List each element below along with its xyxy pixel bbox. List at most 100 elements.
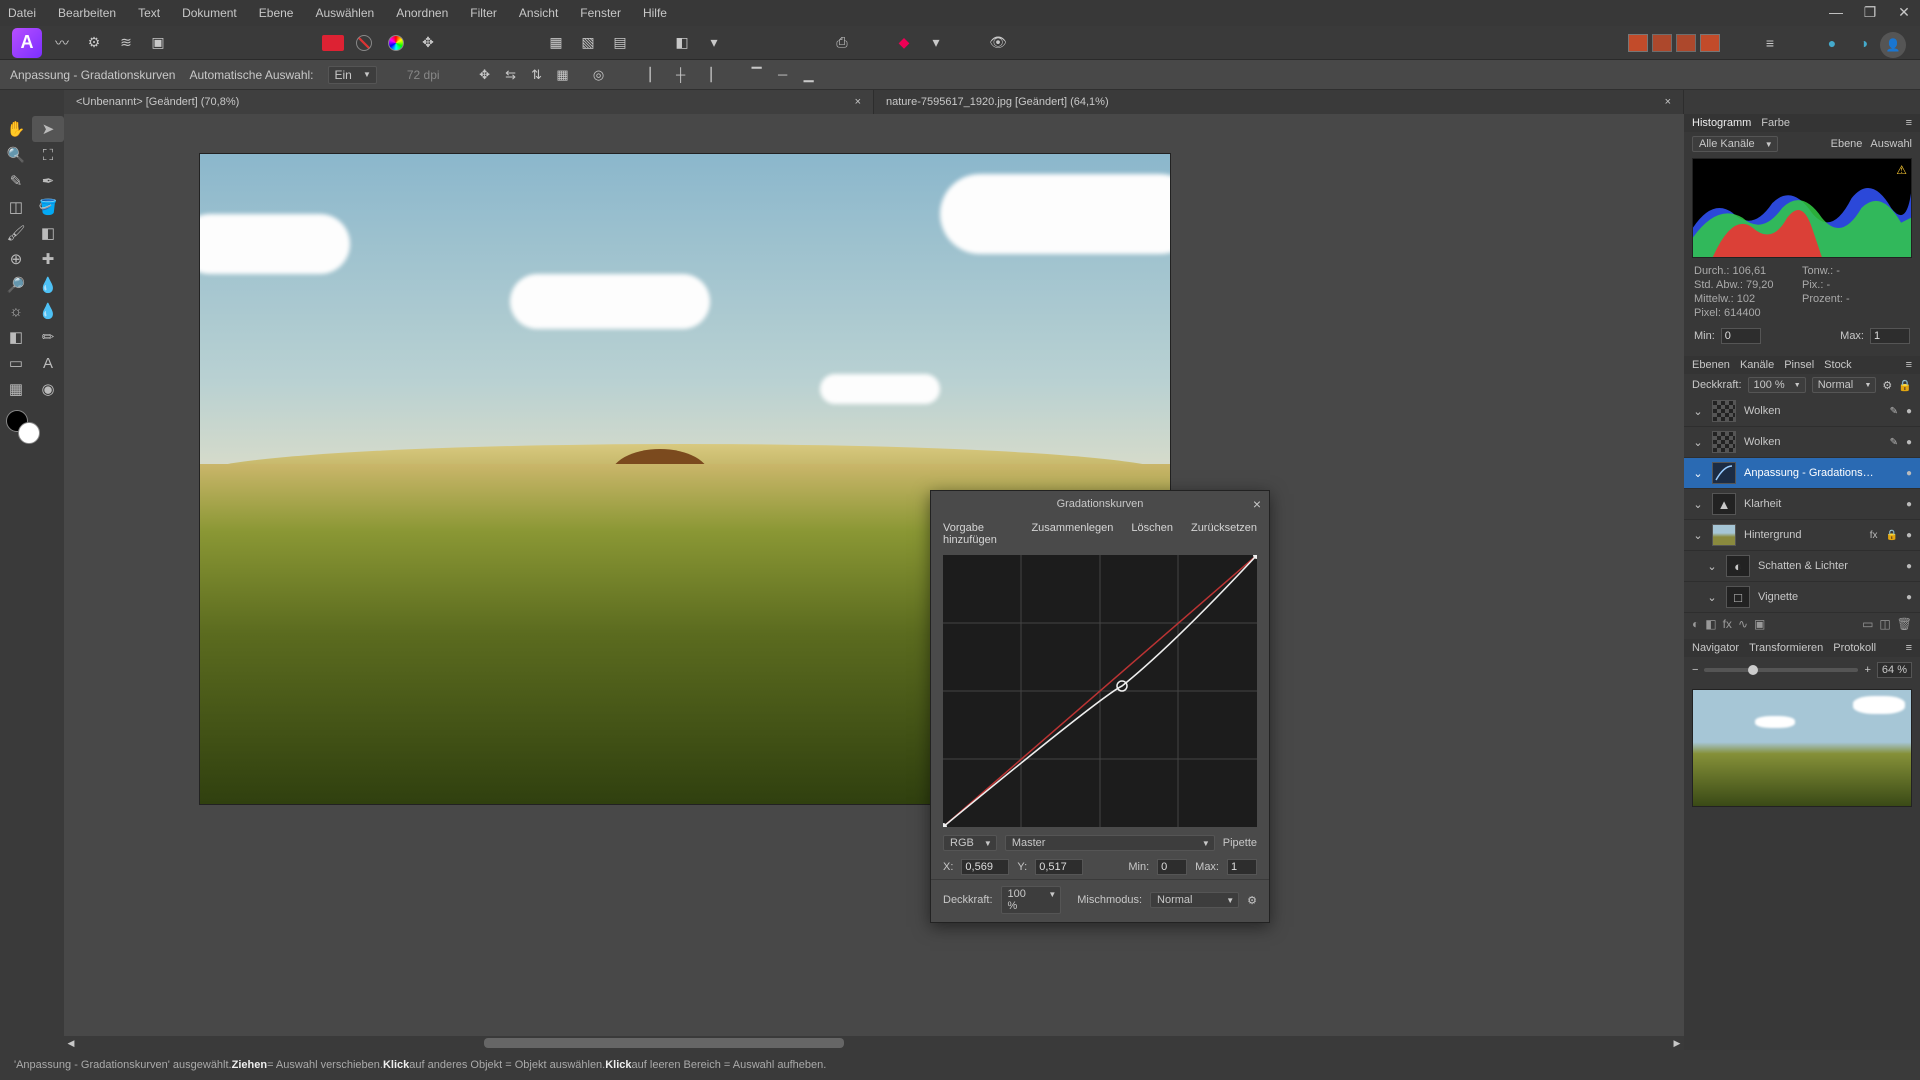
histo-selection-button[interactable]: Auswahl <box>1870 138 1912 150</box>
layer-lock-icon[interactable]: 🔒 <box>1898 379 1912 392</box>
adjust-icon[interactable]: ◧ <box>1705 617 1716 631</box>
zoom-tool-icon[interactable]: 🔎 <box>0 272 32 298</box>
color-swatches[interactable] <box>0 408 64 448</box>
persona-develop-icon[interactable]: ⚙ <box>82 31 106 55</box>
blend-combo[interactable]: Normal <box>1150 892 1239 908</box>
bool-sub-icon[interactable]: ◑ <box>1852 31 1876 55</box>
curves-icon[interactable]: ∿ <box>1738 617 1748 631</box>
pipette-button[interactable]: Pipette <box>1223 837 1257 849</box>
heal-tool-icon[interactable]: ✚ <box>32 246 64 272</box>
clone-tool-icon[interactable]: ⊕ <box>0 246 32 272</box>
arrange-front-icon[interactable] <box>1628 34 1648 52</box>
panel-tab-color[interactable]: Farbe <box>1761 117 1790 129</box>
layer-row[interactable]: ⌄◐Schatten & Lichter● <box>1684 551 1920 582</box>
menu-item[interactable]: Ansicht <box>519 6 558 20</box>
quickmask-icon[interactable]: ◧ <box>670 31 694 55</box>
channel-combo[interactable]: Master <box>1005 835 1215 851</box>
persona-tone-icon[interactable]: ≋ <box>114 31 138 55</box>
panel-tab-transform[interactable]: Transformieren <box>1749 642 1823 654</box>
panel-tab-navigator[interactable]: Navigator <box>1692 642 1739 654</box>
transform-flip-h-icon[interactable]: ⇆ <box>500 64 522 86</box>
scroll-left-icon[interactable]: ◀ <box>64 1036 78 1050</box>
menu-item[interactable]: Anordnen <box>396 6 448 20</box>
layer-expand-icon[interactable]: ⌄ <box>1706 591 1718 604</box>
max-input[interactable] <box>1227 859 1257 875</box>
blend-combo[interactable]: Normal <box>1812 377 1877 393</box>
dodge-tool-icon[interactable]: ☼ <box>0 298 32 324</box>
layer-badge-icon[interactable]: ● <box>1906 592 1912 603</box>
assist-icon[interactable]: ◆ <box>892 31 916 55</box>
navigator-preview[interactable] <box>1692 689 1912 807</box>
max-input[interactable] <box>1870 328 1910 344</box>
panel-tab-layers[interactable]: Ebenen <box>1692 359 1730 371</box>
layer-badge-icon[interactable]: ● <box>1906 437 1912 448</box>
histo-layer-button[interactable]: Ebene <box>1831 138 1863 150</box>
delete-button[interactable]: Löschen <box>1131 522 1173 546</box>
brush-tool-icon[interactable]: ✎ <box>0 168 32 194</box>
layer-expand-icon[interactable]: ⌄ <box>1692 436 1704 449</box>
transform-move-icon[interactable]: ✥ <box>474 64 496 86</box>
paint-tool-icon[interactable]: 🖌 <box>0 220 32 246</box>
window-maximize-icon[interactable]: ❐ <box>1862 4 1878 20</box>
picker-icon[interactable]: ✥ <box>416 31 440 55</box>
tab-close-icon[interactable]: × <box>795 96 861 108</box>
zoom-in-icon[interactable]: + <box>1864 664 1870 676</box>
persona-liquify-icon[interactable]: 〰 <box>50 31 74 55</box>
mask-icon[interactable]: ◐ <box>1692 617 1699 631</box>
scroll-thumb[interactable] <box>484 1038 844 1048</box>
layer-row[interactable]: ⌄□Vignette● <box>1684 582 1920 613</box>
panel-tab-stock[interactable]: Stock <box>1824 359 1852 371</box>
opacity-combo[interactable]: 100 % <box>1001 886 1062 914</box>
layer-badge-icon[interactable]: ✎ <box>1890 406 1898 417</box>
curves-dialog[interactable]: Gradationskurven × Vorgabe hinzufügen Zu… <box>930 490 1270 923</box>
reset-button[interactable]: Zurücksetzen <box>1191 522 1257 546</box>
flood-tool-icon[interactable]: 🪣 <box>32 194 64 220</box>
menu-item[interactable]: Bearbeiten <box>58 6 116 20</box>
layer-expand-icon[interactable]: ⌄ <box>1692 529 1704 542</box>
layer-row[interactable]: ⌄Hintergrundfx🔒● <box>1684 520 1920 551</box>
arrange-back-icon[interactable] <box>1700 34 1720 52</box>
align-right-icon[interactable]: ▕ <box>696 64 718 86</box>
min-input[interactable] <box>1157 859 1187 875</box>
quickmask-chevron-icon[interactable]: ▾ <box>702 31 726 55</box>
merge-button[interactable]: Zusammenlegen <box>1031 522 1113 546</box>
layer-expand-icon[interactable]: ⌄ <box>1706 560 1718 573</box>
layer-row[interactable]: ⌄▲Klarheit● <box>1684 489 1920 520</box>
delete-layer-icon[interactable]: 🗑 <box>1897 617 1912 631</box>
horizontal-scrollbar[interactable]: ◀ ▶ <box>64 1036 1684 1050</box>
align-center-icon[interactable]: ┼ <box>670 64 692 86</box>
dialog-titlebar[interactable]: Gradationskurven × <box>931 491 1269 517</box>
layer-badge-icon[interactable]: ✎ <box>1890 437 1898 448</box>
pen-tool-icon[interactable]: ✒ <box>32 168 64 194</box>
layer-badge-icon[interactable]: fx <box>1870 530 1878 541</box>
colorspace-combo[interactable]: RGB <box>943 835 997 851</box>
zoom-value[interactable]: 64 % <box>1877 662 1912 678</box>
document-tab[interactable]: <Unbenannt> [Geändert] (70,8%) × <box>64 90 874 114</box>
layer-gear-icon[interactable]: ⚙ <box>1882 379 1892 392</box>
layer-badge-icon[interactable]: ● <box>1906 499 1912 510</box>
arrange-forward-icon[interactable] <box>1652 34 1672 52</box>
menu-item[interactable]: Datei <box>8 6 36 20</box>
account-avatar-icon[interactable]: 👤 <box>1880 32 1906 58</box>
dialog-gear-icon[interactable]: ⚙ <box>1247 894 1257 907</box>
y-input[interactable] <box>1035 859 1083 875</box>
document-tab[interactable]: nature-7595617_1920.jpg [Geändert] (64,1… <box>874 90 1684 114</box>
shape-tool-icon[interactable]: ▭ <box>0 350 32 376</box>
liquify-tool-icon[interactable]: 💧 <box>32 272 64 298</box>
panel-tab-history[interactable]: Protokoll <box>1833 642 1876 654</box>
crop-icon[interactable]: ▣ <box>1754 617 1765 631</box>
pencil-tool-icon[interactable]: ✏ <box>32 324 64 350</box>
auto-select-combo[interactable]: Ein <box>328 66 377 84</box>
panel-menu-icon[interactable]: ≡ <box>1906 117 1912 129</box>
smudge-tool-icon[interactable]: 💧 <box>32 298 64 324</box>
hand-tool-icon[interactable]: ✋ <box>0 116 32 142</box>
align-left-icon[interactable]: ▏ <box>644 64 666 86</box>
snap-guides-icon[interactable]: ▤ <box>608 31 632 55</box>
bool-add-icon[interactable]: ● <box>1820 31 1844 55</box>
eraser-tool-icon[interactable]: ◧ <box>0 324 32 350</box>
align-bottom-icon[interactable]: ▁ <box>798 64 820 86</box>
menu-item[interactable]: Ebene <box>259 6 294 20</box>
add-layer-icon[interactable]: ◫ <box>1879 617 1890 631</box>
align-middle-icon[interactable]: ─ <box>772 64 794 86</box>
gradient-tool-icon[interactable]: ◧ <box>32 220 64 246</box>
